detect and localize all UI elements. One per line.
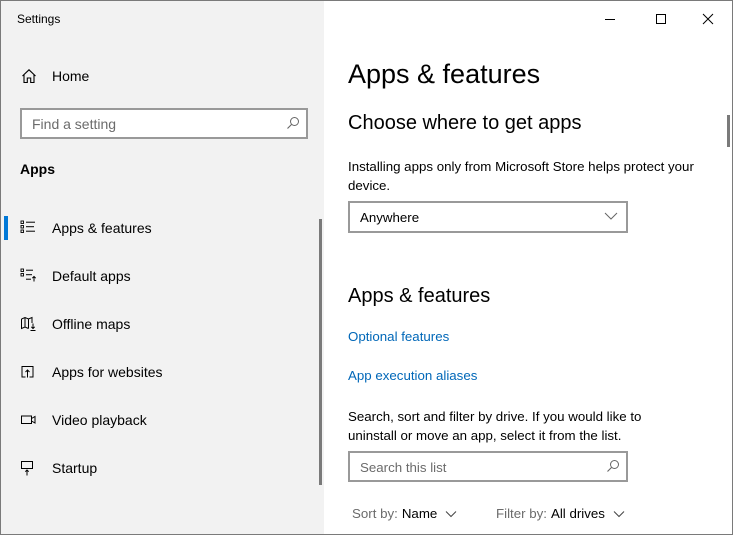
apps-list-description: Search, sort and filter by drive. If you… <box>348 409 642 443</box>
main-content: Apps & features Choose where to get apps… <box>324 1 732 534</box>
sidebar-item-label: Apps for websites <box>52 364 163 380</box>
optional-features-link[interactable]: Optional features <box>348 329 449 344</box>
maximize-icon <box>656 14 666 24</box>
sidebar-section-apps: Apps <box>20 161 55 177</box>
filter-label: Filter by: <box>496 506 547 521</box>
find-setting-search[interactable] <box>20 108 308 139</box>
close-icon <box>702 13 714 25</box>
sidebar-item-apps-features[interactable]: Apps & features <box>1 208 317 248</box>
sidebar-item-apps-for-websites[interactable]: Apps for websites <box>1 352 317 392</box>
sidebar-scrollbar[interactable] <box>319 219 322 485</box>
offline-maps-icon <box>21 316 36 331</box>
apps-features-heading: Apps & features <box>348 285 491 307</box>
filter-by-dropdown[interactable]: Filter by: All drives <box>496 506 625 521</box>
sort-value: Name <box>401 506 438 521</box>
apps-features-icon <box>20 220 35 233</box>
sidebar-item-startup[interactable]: Startup <box>1 448 317 488</box>
sidebar-item-video-playback[interactable]: Video playback <box>1 400 317 440</box>
minimize-button[interactable] <box>587 1 633 37</box>
main-scrollbar[interactable] <box>727 115 730 147</box>
dropdown-value: Anywhere <box>360 210 420 225</box>
maximize-button[interactable] <box>638 1 684 37</box>
sidebar-item-label: Default apps <box>52 268 131 284</box>
home-icon <box>22 69 36 84</box>
app-execution-aliases-link[interactable]: App execution aliases <box>348 368 477 383</box>
minimize-icon <box>605 19 615 20</box>
app-title: Settings <box>17 12 61 26</box>
sidebar-item-offline-maps[interactable]: Offline maps <box>1 304 317 344</box>
settings-window: Settings Home Apps <box>0 0 733 535</box>
home-label: Home <box>52 68 90 84</box>
filter-value: All drives <box>550 506 605 521</box>
sidebar-home[interactable]: Home <box>1 61 324 91</box>
chevron-down-icon <box>445 510 457 517</box>
app-source-dropdown[interactable]: Anywhere <box>348 201 628 233</box>
chevron-down-icon <box>613 510 625 517</box>
sidebar-item-default-apps[interactable]: Default apps <box>1 256 317 296</box>
choose-apps-description: Installing apps only from Microsoft Stor… <box>348 159 694 193</box>
search-icon[interactable] <box>286 116 300 130</box>
find-setting-input[interactable] <box>32 114 277 134</box>
startup-icon <box>21 461 33 476</box>
sidebar-item-label: Startup <box>52 460 98 476</box>
sidebar: Settings Home Apps <box>1 1 324 534</box>
sort-by-dropdown[interactable]: Sort by: Name <box>352 506 457 521</box>
default-apps-icon <box>20 268 37 282</box>
close-button[interactable] <box>685 1 731 37</box>
chevron-down-icon <box>604 212 618 220</box>
apps-for-websites-icon <box>21 366 34 378</box>
page-title: Apps & features <box>348 59 541 89</box>
video-playback-icon <box>21 415 36 424</box>
search-list-input[interactable] <box>360 457 595 477</box>
sidebar-item-label: Offline maps <box>52 316 131 332</box>
search-list-box[interactable] <box>348 451 628 482</box>
sidebar-item-label: Video playback <box>52 412 147 428</box>
search-icon[interactable] <box>606 459 620 473</box>
sidebar-item-label: Apps & features <box>52 220 152 236</box>
sort-label: Sort by: <box>352 506 398 521</box>
selected-indicator <box>4 216 8 240</box>
choose-apps-heading: Choose where to get apps <box>348 112 582 134</box>
